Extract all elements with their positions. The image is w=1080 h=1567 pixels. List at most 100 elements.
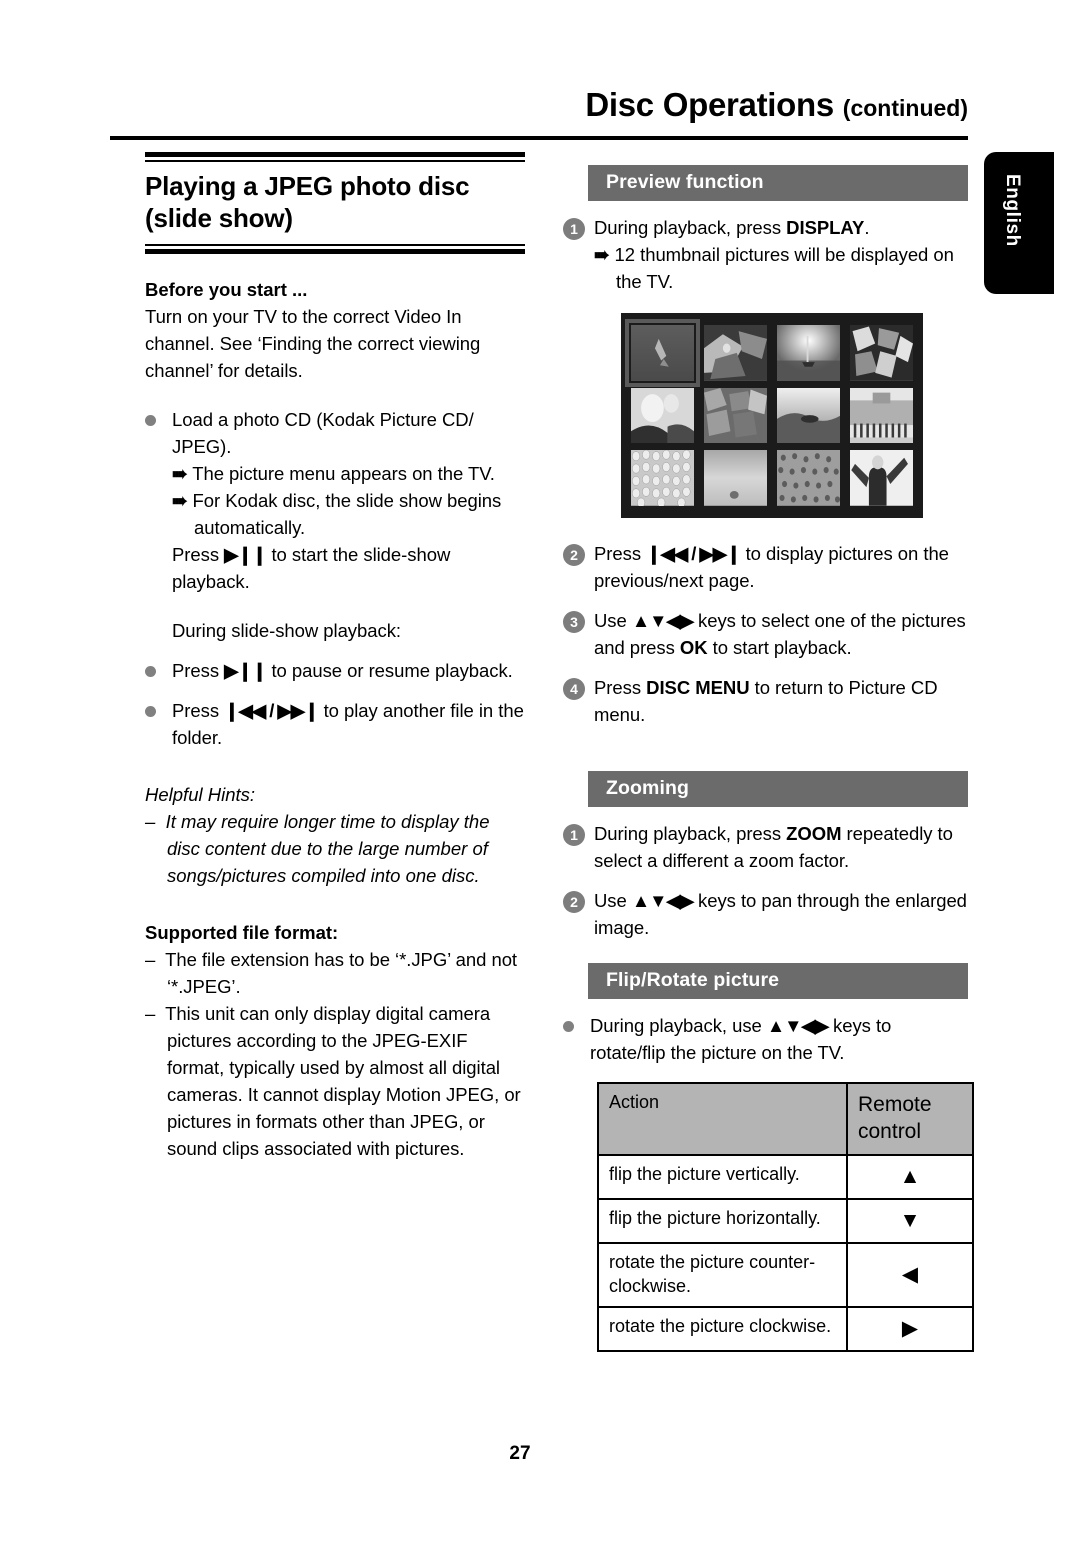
thumbnail-image (850, 387, 913, 444)
thumbnail-item (777, 450, 840, 506)
thumbnail-item (850, 387, 913, 444)
thumbnail-image (631, 387, 694, 444)
prev-next-icon: ❙◀◀ / ▶▶❙ (224, 700, 319, 722)
supported-format-heading: Supported file format: (145, 922, 339, 944)
zooming-step-1-text: During playback, press ZOOM repeatedly t… (594, 820, 968, 874)
result-text: The picture menu appears on the TV. (192, 463, 495, 485)
result-arrow-line: ➠ The picture menu appears on the TV. (172, 460, 525, 487)
step-text: During playback, press (594, 217, 787, 238)
thumbnail-image (777, 387, 840, 444)
step-tail: to start playback. (707, 637, 852, 658)
section-title-rule-top (145, 152, 525, 162)
supported-format-text: This unit can only display digital camer… (165, 1003, 521, 1160)
thumbnail-image (850, 450, 913, 506)
result-arrow-line: ➠ For Kodak disc, the slide show begins … (172, 487, 525, 541)
table-cell-action: flip the picture vertically. (597, 1153, 848, 1200)
thumbnail-image (631, 325, 694, 381)
dpad-arrows-icon: ▲▼◀▶ (631, 890, 694, 911)
page-title-main: Disc Operations (585, 86, 834, 123)
left-arrow-icon: ◀ (846, 1242, 974, 1308)
preview-step-4-text: Press DISC MENU to return to Picture CD … (594, 674, 968, 728)
language-tab-label: English (1002, 174, 1023, 247)
during-slideshow-label: During slide-show playback: (172, 620, 401, 642)
thumbnail-image (704, 387, 767, 444)
table-row: flip the picture horizontally. ▼ (597, 1197, 974, 1245)
page-header: Disc Operations (continued) (110, 86, 968, 123)
bullet-prefix: During playback, use (590, 1015, 762, 1036)
step-number-badge: 4 (563, 678, 585, 700)
dash-icon: – (145, 1003, 161, 1025)
thumbnail-item (625, 319, 700, 387)
list-item: 3 Use ▲▼◀▶ keys to select one of the pic… (563, 607, 968, 661)
press-prefix: Press (172, 544, 220, 566)
table-cell-action: flip the picture horizontally. (597, 1197, 848, 1245)
table-row: rotate the picture counter-clockwise. ◀ (597, 1242, 974, 1308)
ok-button-label: OK (679, 637, 708, 658)
supported-format-item: – This unit can only display digital cam… (145, 1000, 525, 1162)
bullet-icon (145, 706, 156, 718)
flip-rotate-band-wrap: Flip/Rotate picture (588, 963, 968, 999)
list-item: Press ▶❙❙ to pause or resume playback. (145, 657, 525, 684)
zoom-button-label: ZOOM (786, 823, 842, 844)
press-pause-line: Press ▶❙❙ to pause or resume playback. (172, 657, 525, 684)
arrow-icon: ➠ (594, 244, 610, 265)
tv-preview-screen (621, 313, 923, 518)
press-suffix: to pause or resume playback. (271, 660, 513, 682)
page-title-continued: (continued) (842, 95, 968, 121)
supported-format-item: – The file extension has to be ‘*.JPG’ a… (145, 946, 525, 1000)
list-item: 2 Use ▲▼◀▶ keys to pan through the enlar… (563, 887, 968, 941)
press-prefix: Press (172, 700, 220, 722)
preview-step-2-text: Press ❙◀◀ / ▶▶❙ to display pictures on t… (594, 540, 968, 594)
table-header-row: Action Remote control (597, 1082, 974, 1156)
step-prefix: Use (594, 890, 627, 911)
thumbnail-image (777, 450, 840, 506)
table-cell-action: rotate the picture counter-clockwise. (597, 1242, 848, 1308)
display-button-label: DISPLAY (786, 217, 865, 238)
arrow-icon: ➠ (172, 463, 188, 485)
list-item: 2 Press ❙◀◀ / ▶▶❙ to display pictures on… (563, 540, 968, 594)
step-prefix: Use (594, 610, 627, 631)
thumbnail-item (850, 325, 913, 381)
arrow-icon: ➠ (172, 490, 188, 512)
section-title: Playing a JPEG photo disc (slide show) (145, 171, 470, 233)
thumbnail-grid (625, 319, 913, 506)
thumbnail-item (850, 450, 913, 506)
list-item: 4 Press DISC MENU to return to Picture C… (563, 674, 968, 728)
left-column: Playing a JPEG photo disc (slide show) B… (145, 152, 525, 1162)
dash-icon: – (145, 811, 161, 833)
preview-step-1-text: During playback, press DISPLAY. (594, 214, 968, 241)
step-prefix: Press (594, 677, 647, 698)
flip-rotate-band: Flip/Rotate picture (588, 963, 968, 999)
table-header-remote-control: Remote control (846, 1082, 974, 1156)
result-text: For Kodak disc, the slide show begins au… (192, 490, 502, 539)
thumbnail-item (704, 387, 767, 444)
bullet-icon (145, 666, 156, 678)
preview-step-3-text: Use ▲▼◀▶ keys to select one of the pictu… (594, 607, 968, 661)
before-you-start-heading: Before you start ... (145, 279, 308, 301)
zooming-band-wrap: Zooming (588, 771, 968, 807)
step-number-badge: 1 (563, 218, 585, 240)
thumbnail-item (704, 450, 767, 506)
play-pause-icon: ▶❙❙ (224, 660, 267, 682)
load-photo-cd-text: Load a photo CD (Kodak Picture CD/ JPEG)… (172, 409, 474, 458)
dpad-arrows-icon: ▲▼◀▶ (766, 1015, 829, 1036)
step-number-badge: 1 (563, 824, 585, 846)
result-arrow-line: ➠ 12 thumbnail pictures will be displaye… (594, 241, 968, 295)
thumbnail-item (631, 387, 694, 444)
thumbnail-image (631, 450, 694, 506)
language-tab: English (984, 152, 1054, 294)
result-text: 12 thumbnail pictures will be displayed … (614, 244, 954, 292)
table-row: flip the picture vertically. ▲ (597, 1153, 974, 1200)
thumbnail-image (850, 325, 913, 381)
table-row: rotate the picture clockwise. ▶ (597, 1305, 974, 1353)
preview-function-band: Preview function (588, 165, 968, 201)
bullet-icon (145, 415, 156, 427)
step-number-badge: 2 (563, 891, 585, 913)
header-divider (110, 136, 968, 140)
zooming-band: Zooming (588, 771, 968, 807)
play-pause-icon: ▶❙❙ (224, 544, 267, 566)
press-prefix: Press (172, 660, 220, 682)
before-you-start-text: Turn on your TV to the correct Video In … (145, 306, 481, 382)
dash-icon: – (145, 949, 161, 971)
thumbnail-item (777, 387, 840, 444)
